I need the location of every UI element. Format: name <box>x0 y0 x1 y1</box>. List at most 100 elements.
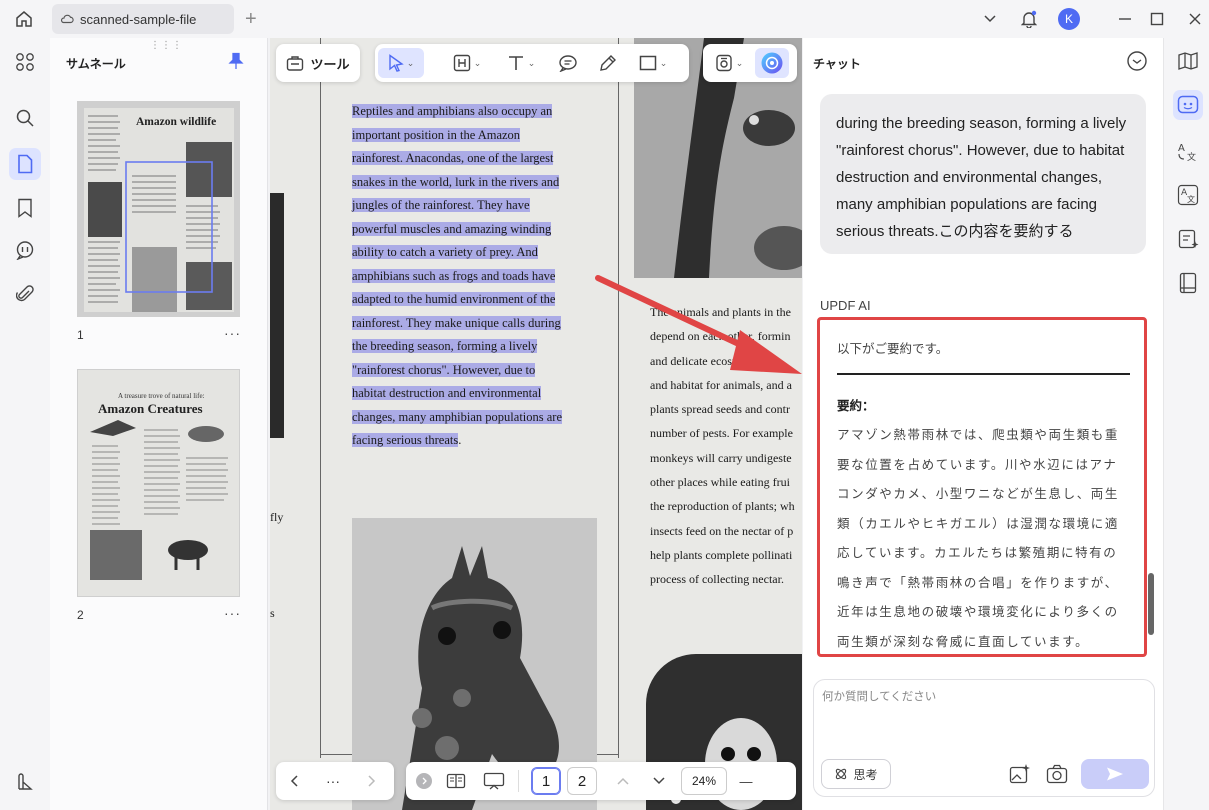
rectangle-icon <box>639 55 656 71</box>
page-fold-line <box>618 38 619 758</box>
chat-question-input[interactable] <box>822 688 1142 738</box>
think-button[interactable]: 思考 <box>821 759 891 789</box>
annotation-arrow <box>595 275 802 374</box>
text-icon <box>508 56 523 70</box>
ai-sender-label: UPDF AI <box>820 298 871 313</box>
layers-icon[interactable] <box>9 766 41 798</box>
toolbox-icon <box>287 56 304 71</box>
ai-orb-icon <box>761 52 783 74</box>
page-edge-image <box>270 193 284 438</box>
highlight-span: Reptiles and amphibians also occupy an <box>352 104 553 118</box>
page-button-2[interactable]: 2 <box>567 767 597 795</box>
zoom-level-field[interactable]: 24% <box>681 767 727 795</box>
textbox-tool-button[interactable]: ⌄ <box>444 48 490 78</box>
comment-icon[interactable] <box>9 234 41 266</box>
cursor-icon <box>389 54 404 72</box>
zoom-out-button[interactable]: — <box>731 774 761 789</box>
chevron-right-icon[interactable] <box>354 774 390 788</box>
right-column-line: the reproduction of plants; wh <box>650 499 795 514</box>
grid-icon[interactable] <box>9 46 41 78</box>
home-icon[interactable] <box>12 8 36 30</box>
tools-button[interactable]: ツール <box>278 48 358 78</box>
highlight-span: rainforest. They make unique calls durin… <box>352 315 561 330</box>
page-button-1[interactable]: 1 <box>531 767 561 795</box>
thumbnail-page-icon[interactable] <box>9 148 41 180</box>
stamp-icon <box>716 54 732 72</box>
highlighted-text-line: facing serious threats. <box>352 429 572 453</box>
highlighted-text-line: adapted to the humid environment of the <box>352 288 572 312</box>
chevron-up-icon[interactable] <box>605 776 641 786</box>
chat-scrollbar[interactable] <box>1148 573 1154 635</box>
book-map-icon[interactable] <box>1173 46 1203 76</box>
history-clock-icon[interactable] <box>1126 50 1148 77</box>
chevron-left-icon[interactable] <box>276 774 312 788</box>
bell-icon[interactable] <box>1017 6 1041 32</box>
left-tool-rail <box>0 38 50 810</box>
image-sparkle-icon[interactable] <box>1009 763 1031 790</box>
speech-bubble-icon <box>559 55 577 72</box>
ocr-translate-icon[interactable]: A文 <box>1173 180 1203 210</box>
highlighted-text-line: changes, many amphibian populations are <box>352 406 572 430</box>
page-thumbnail-2-subheading: A treasure trove of natural life: <box>118 392 205 400</box>
ai-chat-icon[interactable] <box>1173 90 1203 120</box>
chat-panel: チャット during the breeding season, forming… <box>803 38 1163 810</box>
highlighted-text-line: the breeding season, forming a lively <box>352 335 572 359</box>
collapse-bar-icon[interactable] <box>416 773 432 789</box>
chevron-down-icon[interactable] <box>641 776 677 786</box>
tools-toolbar: ツール <box>276 44 360 82</box>
send-button[interactable] <box>1081 759 1149 789</box>
view-control-bar: 1 2 24% — <box>406 762 796 800</box>
page-layout-icon[interactable] <box>444 773 468 789</box>
highlight-span: powerful muscles and amazing winding <box>352 221 552 236</box>
chevron-down-icon: ⌄ <box>735 57 744 68</box>
think-button-label: 思考 <box>853 767 878 782</box>
page-thumbnail-2-more-icon[interactable]: ··· <box>224 605 241 621</box>
stamp-tool-button[interactable]: ⌄ <box>707 48 751 78</box>
more-pages-button[interactable]: ··· <box>312 773 354 789</box>
close-icon[interactable] <box>1183 6 1207 32</box>
search-icon[interactable] <box>9 102 41 134</box>
highlighted-text-line: ability to catch a variety of prey. And <box>352 241 572 265</box>
highlight-span: important position in the Amazon <box>352 127 521 142</box>
highlighted-text-line: rainforest. Anacondas, one of the larges… <box>352 147 572 171</box>
select-tool-button[interactable]: ⌄ <box>378 48 424 78</box>
comment-tool-button[interactable] <box>550 48 586 78</box>
attachment-icon[interactable] <box>9 278 41 310</box>
panel-grip[interactable]: ⋮⋮⋮ <box>150 40 183 51</box>
user-avatar[interactable]: K <box>1056 6 1082 32</box>
form-sparkle-icon[interactable] <box>1173 224 1203 254</box>
shape-tool-button[interactable]: ⌄ <box>630 48 676 78</box>
minimize-icon[interactable] <box>1113 6 1137 32</box>
highlighter-tool-button[interactable] <box>590 48 626 78</box>
send-icon <box>1107 767 1123 781</box>
presentation-icon[interactable] <box>482 772 506 790</box>
ai-assistant-button[interactable] <box>755 48 789 78</box>
chevron-down-icon[interactable] <box>978 6 1002 32</box>
bookmark-icon[interactable] <box>9 192 41 224</box>
highlighted-paragraph[interactable]: Reptiles and amphibians also occupy an im… <box>352 100 572 453</box>
left-text-fragment: s <box>270 606 275 620</box>
document-tab[interactable]: scanned-sample-file <box>52 4 234 34</box>
chevron-down-icon: ⌄ <box>527 57 536 68</box>
highlight-span: facing serious threats <box>352 433 459 447</box>
page-thumbnail-2[interactable]: A treasure trove of natural life: Amazon… <box>77 369 240 597</box>
highlighted-text-line: rainforest. They make unique calls durin… <box>352 312 572 336</box>
page-thumbnail-2-heading: Amazon Creatures <box>98 401 203 416</box>
camera-icon[interactable] <box>1046 763 1068 790</box>
tab-title: scanned-sample-file <box>80 11 197 27</box>
page-thumbnail-1-more-icon[interactable]: ··· <box>224 325 241 341</box>
page-thumbnail-1[interactable]: Amazon wildlife <box>77 101 240 317</box>
highlight-span: adapted to the humid environment of the <box>352 292 556 306</box>
translate-icon[interactable]: A文 <box>1173 136 1203 166</box>
document-viewer[interactable]: fly s Reptiles and amphibians also occup… <box>270 38 802 810</box>
reader-book-icon[interactable] <box>1173 268 1203 298</box>
text-tool-button[interactable]: ⌄ <box>498 48 544 78</box>
right-column-line: insects feed on the nectar of p <box>650 523 794 538</box>
new-tab-plus-icon[interactable]: + <box>245 8 257 31</box>
tools-label: ツール <box>310 56 350 72</box>
right-column-line: plants spread seeds and contr <box>650 402 790 417</box>
ai-response-divider <box>837 373 1130 375</box>
maximize-icon[interactable] <box>1145 6 1169 32</box>
pin-icon[interactable] <box>228 52 244 75</box>
ai-summary-body: アマゾン熱帯雨林では、爬虫類や両生類も重要な位置を占めています。川や水辺にはアナ… <box>837 427 1120 649</box>
